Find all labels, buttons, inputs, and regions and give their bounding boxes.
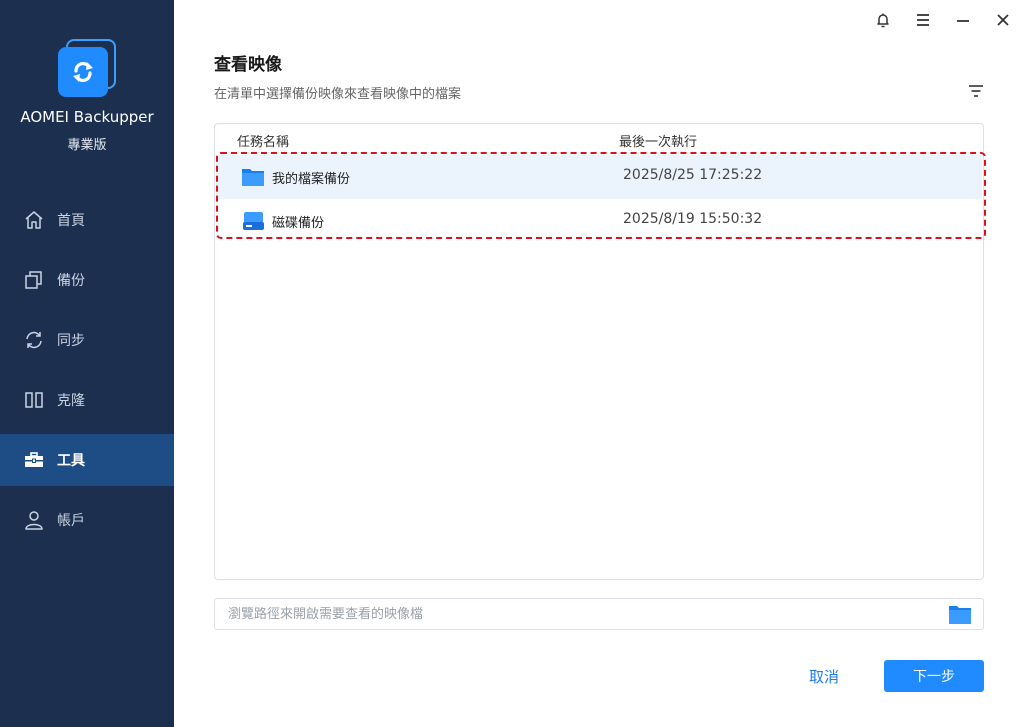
sidebar-item-label: 工具: [57, 453, 85, 469]
sidebar-item-label: 首頁: [57, 213, 85, 229]
user-icon: [24, 510, 44, 530]
sidebar-item-account[interactable]: 帳戶: [0, 494, 174, 546]
app-logo-icon: [58, 39, 116, 97]
last-run-time: 2025/8/19 15:50:32: [623, 211, 763, 227]
disk-icon: [241, 210, 265, 232]
toolbox-icon: [24, 450, 44, 470]
app-edition: 專業版: [67, 138, 107, 153]
column-header-task-name[interactable]: 任務名稱: [237, 131, 289, 150]
bell-icon[interactable]: [871, 8, 895, 32]
list-item[interactable]: 磁碟備份 2025/8/19 15:50:32: [216, 199, 982, 243]
next-button[interactable]: 下一步: [884, 660, 984, 692]
task-name: 我的檔案備份: [272, 172, 351, 187]
list-header: 任務名稱 最後一次執行: [215, 124, 983, 154]
backup-list: 任務名稱 最後一次執行 我的檔案備份 2025/8/25 17:25:22 磁碟…: [214, 123, 984, 580]
folder-icon: [241, 166, 265, 188]
sidebar-item-label: 帳戶: [57, 513, 85, 529]
sidebar-item-label: 備份: [57, 273, 85, 289]
sidebar-item-tools[interactable]: 工具: [0, 434, 174, 486]
list-item[interactable]: 我的檔案備份 2025/8/25 17:25:22: [216, 155, 982, 199]
page-title: 查看映像: [214, 55, 282, 75]
sidebar: AOMEI Backupper 專業版 首頁 備份 同步 克隆 工具 帳戶: [0, 0, 174, 727]
sidebar-item-label: 克隆: [57, 393, 85, 409]
home-icon: [24, 210, 44, 230]
clone-icon: [24, 390, 44, 410]
sidebar-item-home[interactable]: 首頁: [0, 194, 174, 246]
column-header-last-run[interactable]: 最後一次執行: [619, 131, 697, 150]
page-subtitle: 在清單中選擇備份映像來查看映像中的檔案: [214, 87, 462, 102]
minimize-icon[interactable]: [951, 8, 975, 32]
sidebar-item-sync[interactable]: 同步: [0, 314, 174, 366]
close-icon[interactable]: [991, 8, 1015, 32]
browse-folder-icon[interactable]: [948, 604, 972, 625]
app-name: AOMEI Backupper: [20, 108, 154, 126]
backup-icon: [24, 270, 44, 290]
sidebar-item-label: 同步: [57, 333, 85, 349]
path-input-container: [214, 598, 984, 630]
filter-icon[interactable]: [966, 82, 986, 100]
sync-icon: [24, 330, 44, 350]
cancel-button[interactable]: 取消: [790, 661, 858, 691]
image-path-input[interactable]: [215, 599, 935, 629]
last-run-time: 2025/8/25 17:25:22: [623, 167, 763, 183]
sidebar-item-backup[interactable]: 備份: [0, 254, 174, 306]
menu-icon[interactable]: [911, 8, 935, 32]
task-name: 磁碟備份: [272, 216, 325, 231]
sidebar-item-clone[interactable]: 克隆: [0, 374, 174, 426]
